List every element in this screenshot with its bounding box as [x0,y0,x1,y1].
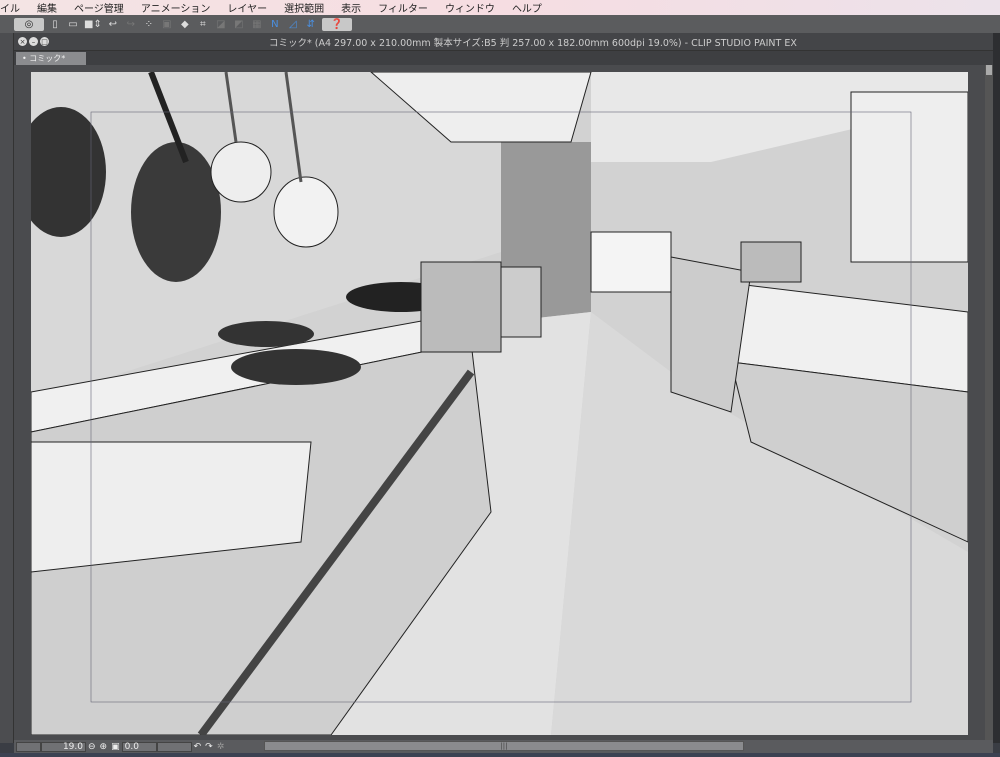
fill-icon[interactable]: ◆ [178,18,192,31]
menu-bar: イル 編集 ページ管理 アニメーション レイヤー 選択範囲 表示 フィルター ウ… [0,0,1000,15]
fit-icon[interactable]: ▣ [111,742,120,752]
menu-edit[interactable]: 編集 [37,0,57,15]
navigator-slider[interactable] [16,741,41,752]
minimize-icon[interactable]: – [29,37,38,46]
zoom-in-icon[interactable]: ⊕ [100,742,108,752]
open-file-icon[interactable]: ▭ [66,18,80,31]
status-bar: 19.0 ⊖ ⊕ ▣ 0.0 ↶ ↷ ✲ ||| [14,740,993,753]
menu-page[interactable]: ページ管理 [74,0,124,15]
horizontal-scrollbar[interactable]: ||| [264,741,744,751]
maximize-icon[interactable]: □ [40,37,49,46]
tab-bar: • コミック* [14,50,993,65]
left-panel-strip [0,33,14,743]
rotation-value: 0.0 [124,741,139,752]
menu-help[interactable]: ヘルプ [512,0,542,15]
select-icon[interactable]: ▣ [160,18,174,31]
ruler-off-icon[interactable]: ◪ [214,18,228,31]
menu-layer[interactable]: レイヤー [227,0,267,15]
help-icon[interactable]: ❓ [321,17,352,31]
crop-icon[interactable]: ⌗ [196,18,210,31]
rotation-field[interactable]: 0.0 [121,741,157,752]
menu-view[interactable]: 表示 [341,0,361,15]
save-icon[interactable]: ■⇕ [84,18,102,31]
grid-icon[interactable]: ▦ [250,18,264,31]
canvas-window-titlebar: × – □ コミック* (A4 297.00 x 210.00mm 製本サイズ:… [14,33,993,50]
canvas-area[interactable] [14,65,985,740]
vertical-scrollbar[interactable] [985,65,993,740]
menu-animation[interactable]: アニメーション [141,0,211,15]
rotate-left-icon[interactable]: ↶ [194,742,202,752]
menu-window[interactable]: ウィンドウ [445,0,495,15]
tab-comic[interactable]: • コミック* [16,52,86,65]
transform-icon[interactable]: ⁘ [142,18,156,31]
rotate-right-icon[interactable]: ↷ [205,742,213,752]
window-title: コミック* (A4 297.00 x 210.00mm 製本サイズ:B5 判 2… [269,37,797,49]
zoom-out-icon[interactable]: ⊖ [88,742,96,752]
zoom-value: 19.0 [62,741,83,752]
menu-filter[interactable]: フィルター [378,0,428,15]
menu-file[interactable]: イル [0,0,20,15]
tab-label: コミック* [29,54,66,63]
rotation-slider[interactable] [156,741,192,752]
clip-studio-logo-icon[interactable]: ◎ [14,17,44,31]
reset-rotation-icon[interactable]: ✲ [217,742,225,752]
snap-grid-icon[interactable]: ⇵ [304,18,318,31]
command-bar: ◎ ▯ ▭ ■⇕ ↩ ↪ ⁘ ▣ ◆ ⌗ ◪ ◩ ▦ N ◿ ⇵ ❓ [0,15,1000,33]
redo-icon[interactable]: ↪ [124,18,138,31]
vertical-scroll-thumb[interactable] [986,65,992,75]
new-file-icon[interactable]: ▯ [48,18,62,31]
close-icon[interactable]: × [18,37,27,46]
right-panel-edge [993,33,1000,743]
menu-selection[interactable]: 選択範囲 [284,0,324,15]
undo-icon[interactable]: ↩ [106,18,120,31]
artwork-kitchen-illustration[interactable] [31,72,968,735]
ruler-icon[interactable]: ◩ [232,18,246,31]
snap-special-icon[interactable]: ◿ [286,18,300,31]
snap-ruler-icon[interactable]: N [268,18,282,31]
desktop-background [0,753,1000,757]
zoom-field[interactable]: 19.0 [41,741,86,752]
